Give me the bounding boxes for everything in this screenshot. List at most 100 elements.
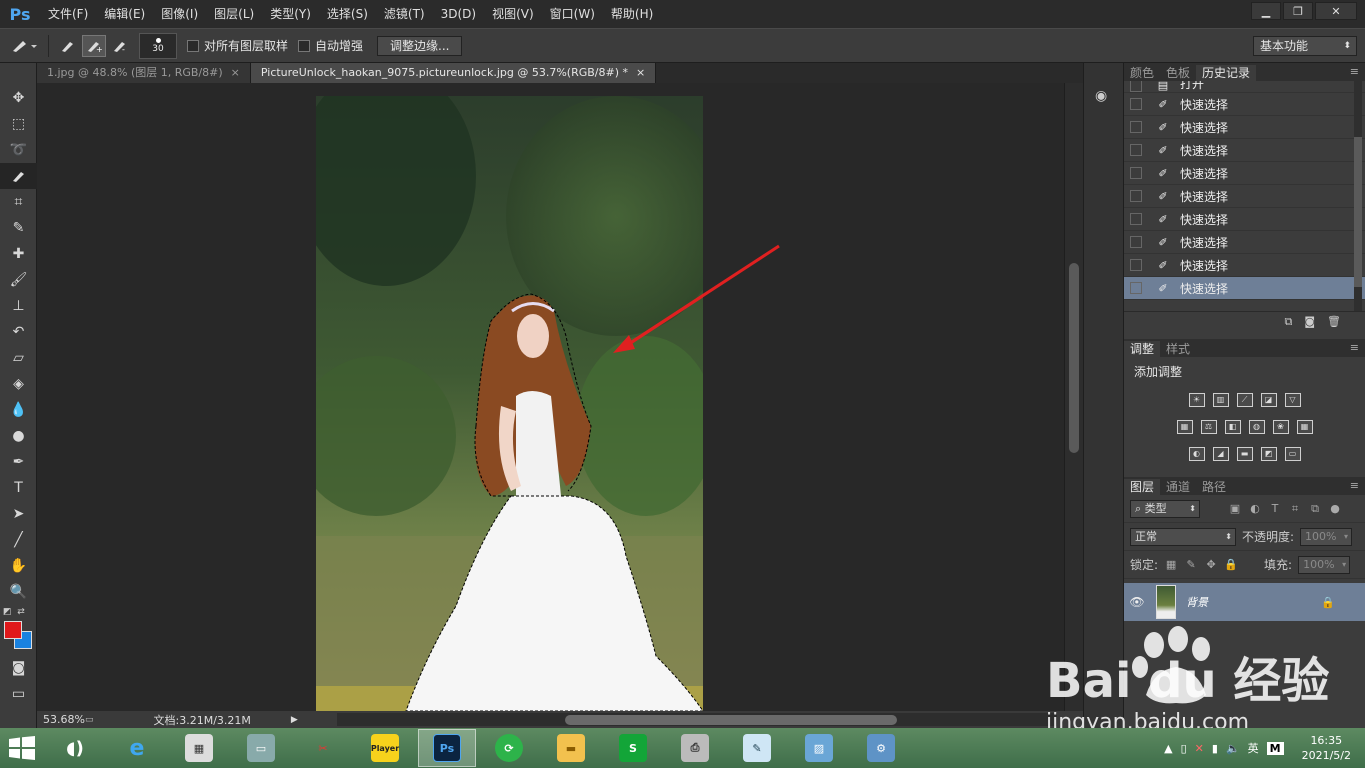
sample-all-layers-option[interactable]: 对所有图层取样	[187, 37, 288, 54]
preview-icon[interactable]: ▭	[85, 715, 94, 725]
swap-colors-icon[interactable]: ◩ ⇄	[3, 607, 25, 617]
taskbar-monitor[interactable]: ▭	[232, 729, 290, 767]
menu-view[interactable]: 视图(V)	[484, 0, 542, 28]
opacity-input[interactable]: 100% ▾	[1300, 527, 1353, 546]
pen-tool-icon[interactable]: ✒	[0, 449, 37, 475]
layer-background[interactable]: 👁 背景 🔒	[1124, 583, 1365, 621]
eye-icon[interactable]: 👁	[1124, 595, 1150, 609]
line-tool-icon[interactable]: ╱	[0, 527, 37, 553]
taskbar-scanner[interactable]: ⎙	[666, 729, 724, 767]
tray-expand-icon[interactable]: ▲	[1164, 742, 1172, 755]
pixel-filter-icon[interactable]: ▣	[1228, 502, 1242, 516]
tab-color[interactable]: 颜色	[1124, 65, 1160, 81]
hue-saturation-icon[interactable]: ▦	[1176, 419, 1193, 434]
menu-image[interactable]: 图像(I)	[153, 0, 206, 28]
blend-mode-select[interactable]: 正常 ⬍	[1130, 527, 1236, 546]
history-item[interactable]: ✐ 快速选择	[1124, 185, 1365, 208]
lock-position-icon[interactable]: ✥	[1204, 558, 1218, 572]
layer-filter-select[interactable]: ⌕ 类型 ⬍	[1130, 499, 1200, 518]
history-item-current[interactable]: ✐ 快速选择	[1124, 277, 1365, 300]
windows-start-icon[interactable]	[0, 728, 44, 768]
status-menu-icon[interactable]: ▶	[291, 715, 298, 725]
zoom-level[interactable]: 53.68%	[37, 713, 85, 726]
taskbar-notepad[interactable]: ✎	[728, 729, 786, 767]
horizontal-scroll-thumb[interactable]	[565, 715, 897, 725]
tray-network-off-icon[interactable]: ✕	[1195, 742, 1204, 755]
new-document-from-state-icon[interactable]: ⧉	[1284, 315, 1292, 329]
posterize-icon[interactable]: ◢	[1212, 446, 1229, 461]
filter-toggle-icon[interactable]: ●	[1328, 502, 1342, 516]
tab-close-icon[interactable]: ×	[636, 63, 645, 83]
panel-menu-icon[interactable]: ≡	[1350, 341, 1359, 354]
restore-icon[interactable]: ❐	[1283, 2, 1313, 20]
history-snapshot-checkbox[interactable]	[1130, 144, 1142, 156]
brush-tool-icon[interactable]: 🖌	[0, 267, 37, 293]
tool-preset-picker[interactable]	[6, 34, 42, 58]
menu-file[interactable]: 文件(F)	[40, 0, 96, 28]
history-item[interactable]: ✐ 快速选择	[1124, 254, 1365, 277]
close-icon[interactable]: ✕	[1315, 2, 1357, 20]
tray-device-icon[interactable]: ▯	[1181, 742, 1187, 755]
history-snapshot-checkbox[interactable]	[1130, 121, 1142, 133]
color-lookup-icon[interactable]: ▦	[1296, 419, 1313, 434]
gradient-map-icon[interactable]: ▭	[1284, 446, 1301, 461]
channel-mixer-icon[interactable]: ❀	[1272, 419, 1289, 434]
history-scrollbar[interactable]	[1354, 81, 1362, 311]
lock-transparency-icon[interactable]: ▦	[1164, 558, 1178, 572]
vertical-scrollbar[interactable]	[1064, 83, 1083, 711]
paint-bucket-tool-icon[interactable]: ◈	[0, 371, 37, 397]
canvas-area[interactable]	[37, 83, 1064, 711]
workspace-select[interactable]: 基本功能 ⬍	[1253, 36, 1357, 56]
menu-filter[interactable]: 滤镜(T)	[376, 0, 433, 28]
history-snapshot-checkbox[interactable]	[1130, 213, 1142, 225]
brightness-icon[interactable]: ☀	[1188, 392, 1205, 407]
history-item[interactable]: ✐ 快速选择	[1124, 208, 1365, 231]
eraser-tool-icon[interactable]: ▱	[0, 345, 37, 371]
tab-adjustments[interactable]: 调整	[1124, 341, 1161, 357]
history-item[interactable]: ✐ 快速选择	[1124, 116, 1365, 139]
fill-input[interactable]: 100% ▾	[1298, 555, 1351, 574]
signal-icon[interactable]: ▮	[1212, 742, 1218, 755]
new-selection-mode[interactable]	[56, 35, 80, 57]
eyedropper-tool-icon[interactable]: ✎	[0, 215, 37, 241]
tab-history[interactable]: 历史记录	[1196, 65, 1257, 81]
auto-enhance-option[interactable]: 自动增强	[298, 37, 363, 54]
quick-mask-icon[interactable]: ◙	[0, 655, 37, 681]
type-filter-icon[interactable]: T	[1268, 502, 1282, 516]
lock-icon[interactable]: 🔒	[1321, 596, 1335, 609]
taskbar-audio-app[interactable]: ◖)	[46, 729, 104, 767]
taskbar-calculator[interactable]: ▦	[170, 729, 228, 767]
menu-select[interactable]: 选择(S)	[319, 0, 376, 28]
minimize-icon[interactable]: ▁	[1251, 2, 1281, 20]
taskbar-photoshop[interactable]: Ps	[418, 729, 476, 767]
threshold-icon[interactable]: ▬	[1236, 446, 1253, 461]
menu-layer[interactable]: 图层(L)	[206, 0, 262, 28]
foreground-color-swatch[interactable]	[4, 621, 22, 639]
crop-tool-icon[interactable]: ⌗	[0, 189, 37, 215]
taskbar-browser[interactable]: ⟳	[480, 729, 538, 767]
tab-channels[interactable]: 通道	[1160, 479, 1196, 495]
dodge-tool-icon[interactable]: ●	[0, 423, 37, 449]
screen-mode-icon[interactable]: ▭	[0, 681, 37, 707]
history-item[interactable]: ▤ 打开	[1124, 81, 1365, 93]
history-snapshot-checkbox[interactable]	[1130, 98, 1142, 110]
invert-icon[interactable]: ◐	[1188, 446, 1205, 461]
black-white-icon[interactable]: ◧	[1224, 419, 1241, 434]
blur-tool-icon[interactable]: 💧	[0, 397, 37, 423]
ime-language[interactable]: 英	[1248, 740, 1259, 756]
tab-styles[interactable]: 样式	[1160, 341, 1196, 357]
taskbar-ie[interactable]: e	[108, 729, 166, 767]
3d-panel-icon[interactable]: ◉	[1095, 88, 1113, 106]
history-snapshot-checkbox[interactable]	[1130, 282, 1142, 294]
curves-icon[interactable]: ⟋	[1236, 392, 1253, 407]
sample-all-layers-checkbox[interactable]	[187, 39, 199, 52]
lasso-tool-icon[interactable]: ➰	[0, 137, 37, 163]
subtract-selection-mode[interactable]: -	[108, 35, 132, 57]
history-snapshot-checkbox[interactable]	[1130, 81, 1142, 92]
move-tool-icon[interactable]: ✥	[0, 85, 37, 111]
menu-3d[interactable]: 3D(D)	[433, 0, 484, 28]
panel-menu-icon[interactable]: ≡	[1350, 479, 1359, 492]
tab-document-1[interactable]: 1.jpg @ 48.8% (图层 1, RGB/8#) ×	[37, 63, 251, 83]
photo-filter-icon[interactable]: ◍	[1248, 419, 1265, 434]
history-snapshot-checkbox[interactable]	[1130, 259, 1142, 271]
